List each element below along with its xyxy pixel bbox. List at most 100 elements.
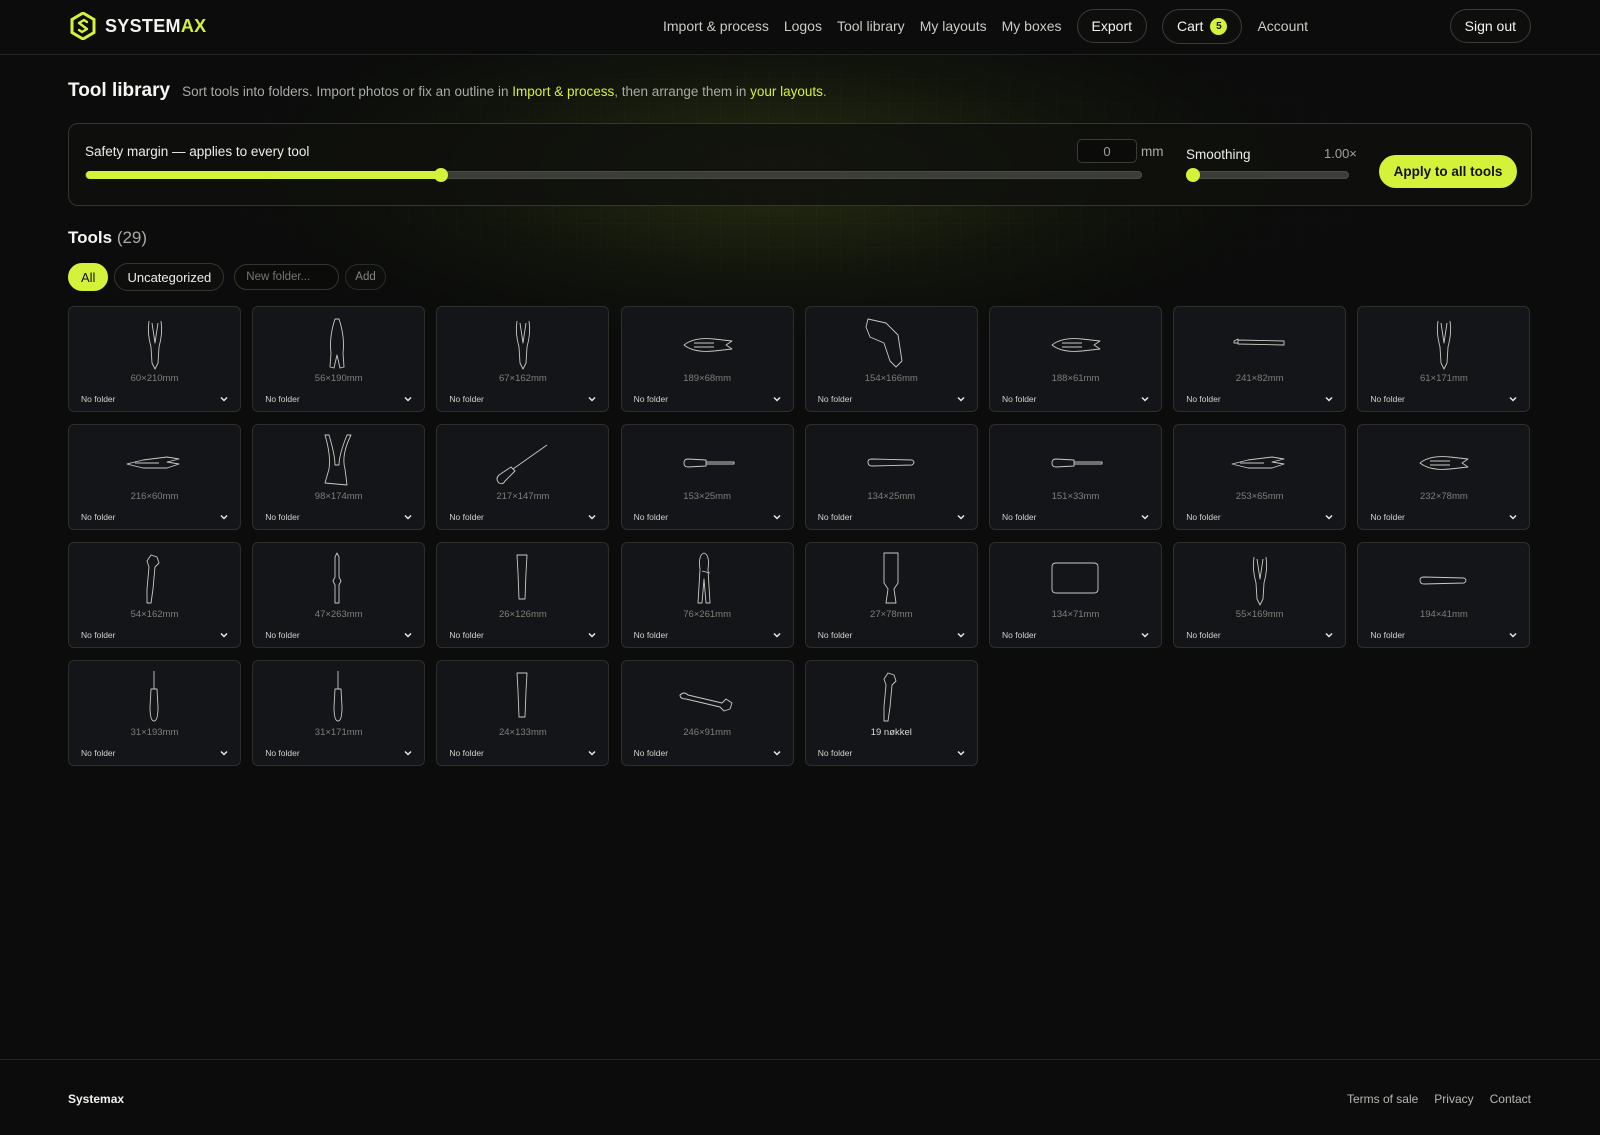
cart-button[interactable]: Cart 5 xyxy=(1162,8,1243,44)
tool-card[interactable]: 232×78mm No folder xyxy=(1357,424,1531,530)
safety-margin-slider-thumb[interactable] xyxy=(434,168,449,182)
privacy-link[interactable]: Privacy xyxy=(1434,1092,1473,1106)
folder-select[interactable]: No folder xyxy=(1186,392,1334,406)
tool-card[interactable]: 153×25mm No folder xyxy=(620,424,794,530)
add-folder-button[interactable]: Add xyxy=(345,264,386,290)
folder-select[interactable]: No folder xyxy=(265,746,413,760)
tool-outline-icon xyxy=(147,320,163,370)
folder-select[interactable]: No folder xyxy=(1002,510,1150,524)
nav-tool-library[interactable]: Tool library xyxy=(837,18,905,34)
apply-to-all-button[interactable]: Apply to all tools xyxy=(1379,155,1517,188)
tool-card[interactable]: 189×68mm No folder xyxy=(620,306,794,412)
folder-select[interactable]: No folder xyxy=(449,392,597,406)
folder-select[interactable]: No folder xyxy=(818,628,966,642)
tool-card[interactable]: 47×263mm No folder xyxy=(252,542,426,648)
import-process-link[interactable]: Import & process xyxy=(512,84,614,99)
tool-dimensions: 241×82mm xyxy=(1235,373,1284,384)
export-button[interactable]: Export xyxy=(1076,9,1147,43)
tool-card[interactable]: 194×41mm No folder xyxy=(1357,542,1531,648)
folder-select[interactable]: No folder xyxy=(1370,510,1518,524)
tool-card[interactable]: 253×65mm No folder xyxy=(1173,424,1347,530)
folder-select[interactable]: No folder xyxy=(265,510,413,524)
folder-select[interactable]: No folder xyxy=(1002,628,1150,642)
nav-import-process[interactable]: Import & process xyxy=(663,18,769,34)
tool-card[interactable]: 54×162mm No folder xyxy=(68,542,241,648)
new-folder-input[interactable] xyxy=(234,264,340,290)
tool-card[interactable]: 27×78mm No folder xyxy=(804,542,978,648)
folder-select[interactable]: No folder xyxy=(634,392,782,406)
folder-select[interactable]: No folder xyxy=(265,392,413,406)
brand-name: SYSTEMAX xyxy=(105,15,207,36)
folder-select[interactable]: No folder xyxy=(634,746,782,760)
nav-logos[interactable]: Logos xyxy=(784,18,822,34)
chevron-down-icon xyxy=(957,396,965,402)
folder-select-value: No folder xyxy=(449,512,484,522)
folder-select[interactable]: No folder xyxy=(81,510,229,524)
folder-select[interactable]: No folder xyxy=(81,392,229,406)
folder-select[interactable]: No folder xyxy=(1370,628,1518,642)
tool-outline-icon xyxy=(516,554,528,600)
your-layouts-link[interactable]: your layouts xyxy=(750,84,823,99)
terms-link[interactable]: Terms of sale xyxy=(1347,1092,1418,1106)
tool-card[interactable]: 24×133mm No folder xyxy=(436,660,610,766)
filter-uncategorized[interactable]: Uncategorized xyxy=(114,263,225,291)
folder-select[interactable]: No folder xyxy=(449,510,597,524)
folder-select[interactable]: No folder xyxy=(634,510,782,524)
logo[interactable]: SYSTEMAX xyxy=(70,12,206,40)
tool-card[interactable]: 134×25mm No folder xyxy=(804,424,978,530)
folder-select[interactable]: No folder xyxy=(818,746,966,760)
folder-select[interactable]: No folder xyxy=(81,628,229,642)
nav-my-boxes[interactable]: My boxes xyxy=(1002,18,1062,34)
tool-outline-icon xyxy=(697,552,711,604)
tool-card[interactable]: 217×147mm No folder xyxy=(436,424,610,530)
folder-select[interactable]: No folder xyxy=(818,392,966,406)
tool-card[interactable]: 154×166mm No folder xyxy=(804,306,978,412)
smoothing-slider-thumb[interactable] xyxy=(1186,168,1200,182)
tool-card[interactable]: 76×261mm No folder xyxy=(620,542,794,648)
folder-select-value: No folder xyxy=(1370,512,1405,522)
contact-link[interactable]: Contact xyxy=(1490,1092,1531,1106)
folder-select[interactable]: No folder xyxy=(818,510,966,524)
tool-card[interactable]: 19 nøkkel No folder xyxy=(804,660,978,766)
smoothing-slider[interactable] xyxy=(1186,168,1349,182)
tool-card[interactable]: 60×210mm No folder xyxy=(68,306,241,412)
folder-select[interactable]: No folder xyxy=(634,628,782,642)
tool-outline-icon xyxy=(683,338,733,352)
safety-margin-input[interactable] xyxy=(1077,139,1137,163)
folder-select[interactable]: No folder xyxy=(1186,510,1334,524)
tool-dimensions: 31×193mm xyxy=(130,727,179,738)
sign-out-button[interactable]: Sign out xyxy=(1449,9,1531,43)
tool-outline-icon xyxy=(126,456,180,469)
chevron-down-icon xyxy=(1325,396,1333,402)
folder-select[interactable]: No folder xyxy=(81,746,229,760)
folder-select[interactable]: No folder xyxy=(265,628,413,642)
tool-card[interactable]: 55×169mm No folder xyxy=(1173,542,1347,648)
tool-card[interactable]: 134×71mm No folder xyxy=(989,542,1162,648)
tool-card[interactable]: 67×162mm No folder xyxy=(436,306,610,412)
nav-my-layouts[interactable]: My layouts xyxy=(920,18,987,34)
tool-card[interactable]: 31×171mm No folder xyxy=(252,660,426,766)
folder-select[interactable]: No folder xyxy=(1002,392,1150,406)
settings-panel: Safety margin — applies to every tool mm… xyxy=(68,123,1532,206)
tool-card[interactable]: 188×61mm No folder xyxy=(989,306,1162,412)
folder-select[interactable]: No folder xyxy=(1186,628,1334,642)
folder-select-value: No folder xyxy=(817,748,853,758)
tool-card[interactable]: 98×174mm No folder xyxy=(252,424,426,530)
chevron-down-icon xyxy=(588,514,596,520)
tool-card[interactable]: 216×60mm No folder xyxy=(68,424,241,530)
chevron-down-icon xyxy=(220,514,228,520)
tool-card[interactable]: 31×193mm No folder xyxy=(68,660,241,766)
folder-select[interactable]: No folder xyxy=(449,628,597,642)
tool-card[interactable]: 61×171mm No folder xyxy=(1357,306,1531,412)
tool-card[interactable]: 26×126mm No folder xyxy=(436,542,610,648)
nav-account[interactable]: Account xyxy=(1257,18,1308,34)
tool-card[interactable]: 151×33mm No folder xyxy=(989,424,1162,530)
sign-out-label: Sign out xyxy=(1464,18,1516,34)
tool-card[interactable]: 241×82mm No folder xyxy=(1173,306,1347,412)
folder-select[interactable]: No folder xyxy=(449,746,597,760)
filter-all[interactable]: All xyxy=(68,263,109,291)
folder-select[interactable]: No folder xyxy=(1370,392,1518,406)
tool-card[interactable]: 56×190mm No folder xyxy=(252,306,426,412)
tool-card[interactable]: 246×91mm No folder xyxy=(620,660,794,766)
safety-margin-slider[interactable] xyxy=(85,168,1142,182)
